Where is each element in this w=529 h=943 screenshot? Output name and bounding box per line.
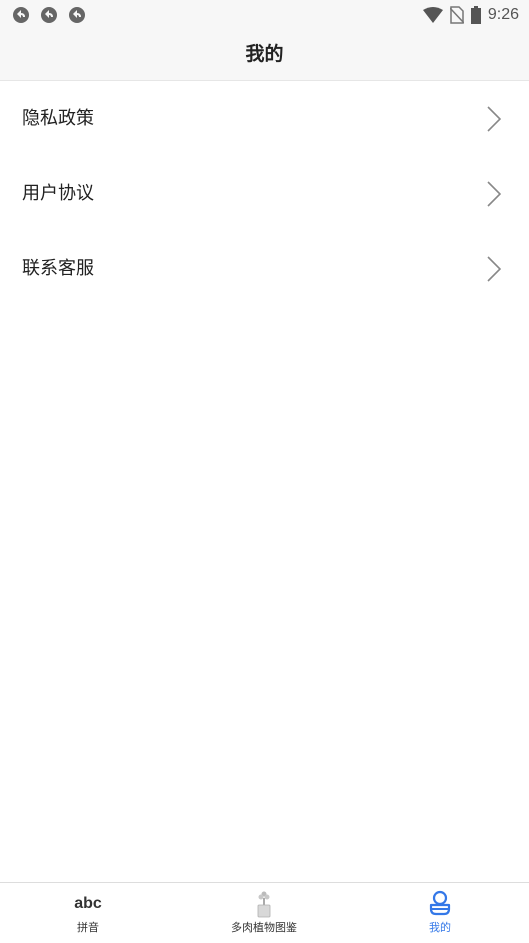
menu-list: 隐私政策 用户协议 联系客服 [0,81,529,306]
menu-item-contact-support[interactable]: 联系客服 [0,231,529,306]
tab-label: 拼音 [77,921,99,934]
sync-icon [41,7,57,23]
menu-item-user-agreement[interactable]: 用户协议 [0,156,529,231]
sync-icon [13,7,29,23]
notification-icons [12,6,86,24]
system-status: 9:26 [422,4,519,26]
app-header: 我的 [0,30,529,81]
chevron-right-icon [487,256,501,282]
status-time: 9:26 [487,6,519,23]
menu-item-label: 隐私政策 [22,108,94,129]
tab-label: 我的 [429,921,451,934]
page-title: 我的 [245,43,284,65]
chevron-right-icon [487,106,501,132]
status-bar: 9:26 [0,0,529,30]
abc-icon: abc [74,895,102,912]
tab-label: 多肉植物图鉴 [231,921,297,934]
tab-pinyin[interactable]: abc 拼音 [40,883,136,943]
plant-pot-icon [257,891,271,918]
menu-item-privacy-policy[interactable]: 隐私政策 [0,81,529,156]
menu-item-label: 用户协议 [22,183,94,204]
tab-me[interactable]: 我的 [400,883,480,943]
no-sim-icon [449,6,464,24]
battery-icon [470,6,481,24]
menu-item-label: 联系客服 [22,258,94,279]
wifi-icon [422,7,443,23]
user-icon [429,890,451,916]
chevron-right-icon [487,181,501,207]
tab-succulent-guide[interactable]: 多肉植物图鉴 [214,883,314,943]
sync-icon [69,7,85,23]
bottom-tab-bar: abc 拼音 多肉植物图鉴 我的 [0,882,529,943]
